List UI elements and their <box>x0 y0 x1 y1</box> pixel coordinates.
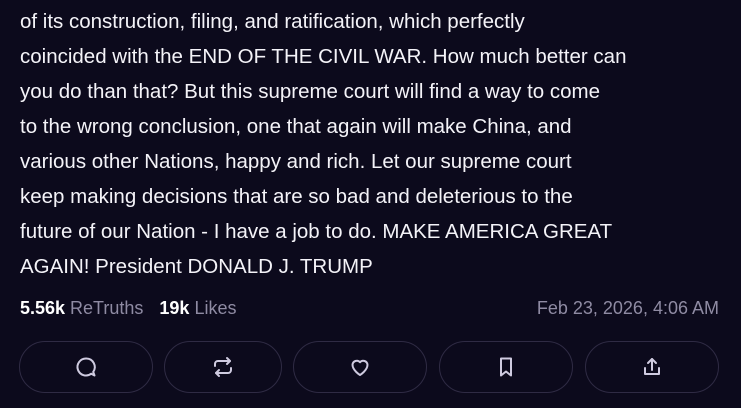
post-text-line: keep making decisions that are so bad an… <box>20 185 573 208</box>
post-text-line: of its construction, filing, and ratific… <box>20 10 525 33</box>
reply-icon <box>76 357 96 377</box>
retruths-count: 5.56k <box>20 297 66 318</box>
like-button[interactable] <box>293 341 427 393</box>
post-text-line: you do than that? But this supreme court… <box>20 80 600 103</box>
post-text-line: future of our Nation - I have a job to d… <box>20 220 613 243</box>
heart-icon <box>351 359 369 376</box>
reply-button[interactable] <box>19 341 153 393</box>
retruths-stat[interactable]: 5.56k ReTruths <box>20 298 143 319</box>
likes-label: Likes <box>194 297 237 318</box>
post-timestamp[interactable]: Feb 23, 2026, 4:06 AM <box>537 298 719 319</box>
bookmark-button[interactable] <box>439 341 573 393</box>
post-text-line: various other Nations, happy and rich. L… <box>20 150 572 173</box>
post-text-line: to the wrong conclusion, one that again … <box>20 115 572 138</box>
retruths-label: ReTruths <box>70 297 144 318</box>
bookmark-icon <box>500 357 512 377</box>
post-text: of its construction, filing, and ratific… <box>20 4 725 284</box>
likes-count: 19k <box>159 297 190 318</box>
share-button[interactable] <box>585 341 719 393</box>
retruth-icon <box>214 357 232 377</box>
post-text-line: AGAIN! President DONALD J. TRUMP <box>20 255 373 278</box>
post-stats: 5.56k ReTruths 19k Likes Feb 23, 2026, 4… <box>20 295 719 321</box>
likes-stat[interactable]: 19k Likes <box>159 298 236 319</box>
post-text-line: coincided with the END OF THE CIVIL WAR.… <box>20 45 627 68</box>
share-icon <box>644 358 660 375</box>
action-bar <box>19 341 720 395</box>
retruth-button[interactable] <box>164 341 282 393</box>
